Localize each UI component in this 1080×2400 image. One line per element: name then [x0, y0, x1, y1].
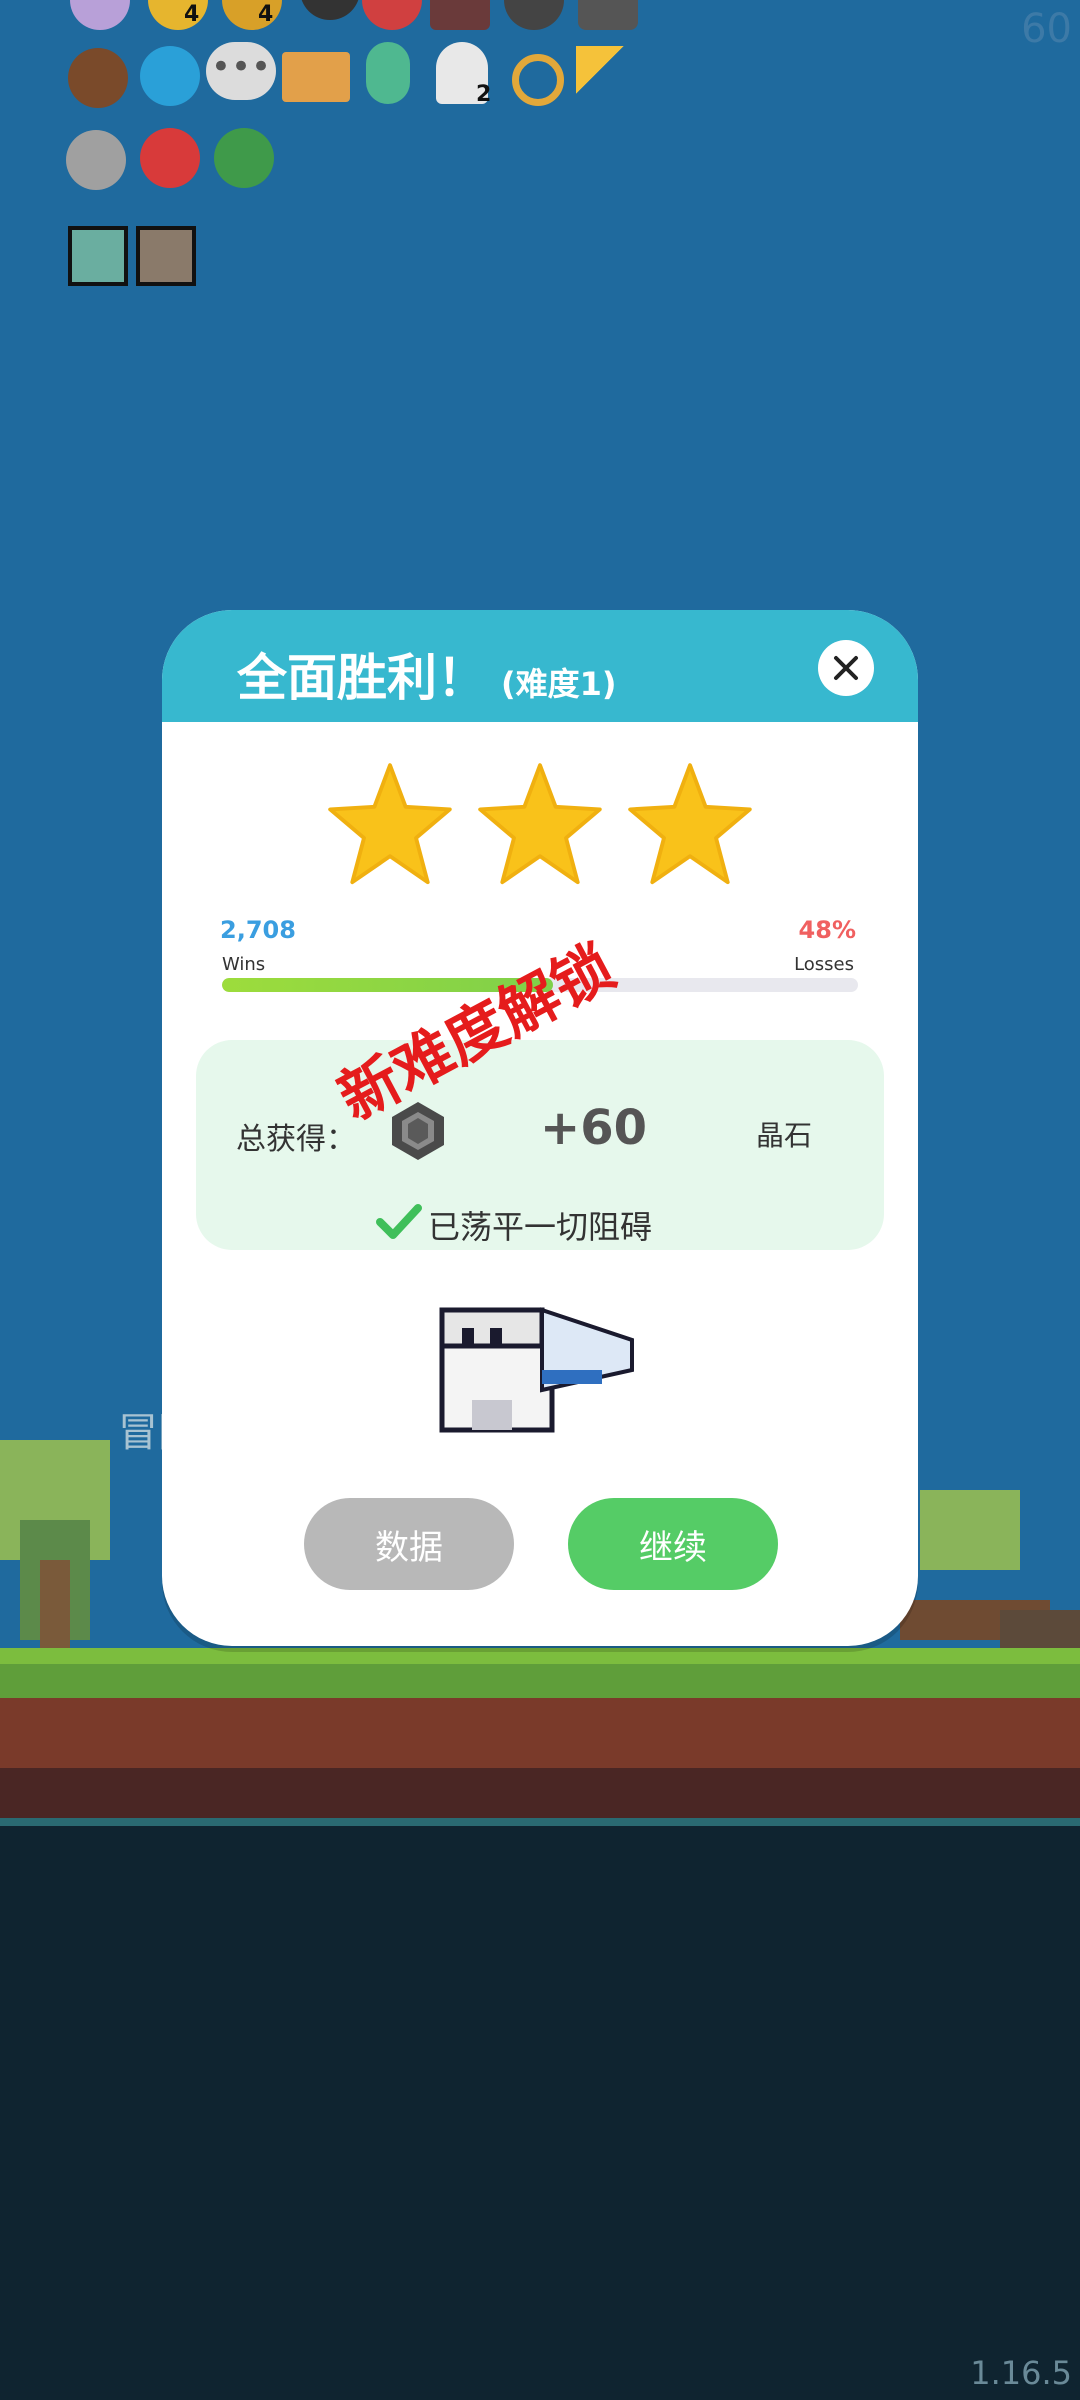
chat-bubble-icon[interactable] [140, 46, 200, 106]
total-earned-label: 总获得： [236, 1122, 356, 1157]
losses-value: 48% [798, 916, 856, 944]
meteor-icon[interactable] [66, 130, 126, 190]
water-background [0, 1818, 1080, 2400]
fps-counter: 60 [1021, 6, 1072, 52]
losses-label: Losses [794, 954, 854, 975]
difficulty-label: (难度1) [501, 665, 617, 703]
reward-panel: 总获得： +60 晶石 已荡平一切阻碍 [196, 1040, 884, 1250]
dialog-title: 全面胜利！ (难度1) [237, 638, 617, 710]
close-icon [834, 656, 858, 680]
currency-label: 晶石 [756, 1119, 813, 1152]
zombie-icon[interactable] [214, 128, 274, 188]
badge-count: 4 [184, 2, 200, 27]
version-label: 1.16.5 [970, 2354, 1072, 2392]
close-button[interactable] [818, 640, 874, 696]
ring-icon[interactable] [512, 54, 564, 106]
reward-amount: +60 [540, 1100, 648, 1156]
badge-count: 2 [476, 82, 492, 107]
checkmark-icon [376, 1204, 422, 1239]
wins-value: 2,708 [220, 916, 296, 944]
water-surface [0, 1818, 1080, 1826]
star-icon [478, 763, 602, 885]
hero-sprite [439, 1307, 634, 1433]
star-icon [328, 763, 452, 885]
stats-button[interactable]: 数据 [304, 1498, 514, 1590]
victory-title: 全面胜利！ [237, 649, 487, 707]
badge-count: 4 [258, 2, 274, 27]
sword-card-icon[interactable] [136, 226, 196, 286]
tree-right [920, 1490, 1020, 1570]
magic-wand-icon[interactable] [576, 46, 636, 106]
helmet-icon[interactable] [578, 0, 638, 30]
lightbulb-card-icon[interactable] [68, 226, 128, 286]
scroll-map-icon[interactable] [282, 52, 350, 102]
victory-dialog: 全面胜利！ (难度1) 2,708 Wins 48% Losses 总获得： +6… [162, 610, 918, 1646]
status-text: 已荡平一切阻碍 [428, 1208, 653, 1246]
ellipsis-bubble-icon[interactable]: ••• [206, 42, 276, 100]
coconut-icon[interactable] [68, 48, 128, 108]
star-icon [628, 763, 752, 885]
dirt-layer [0, 1698, 1080, 1768]
continue-button[interactable]: 继续 [568, 1498, 778, 1590]
wins-label: Wins [222, 954, 266, 975]
green-head-icon[interactable] [366, 42, 410, 104]
dark-dirt-layer [0, 1768, 1080, 1818]
chest-icon[interactable] [430, 0, 490, 30]
grass-top [0, 1648, 1080, 1664]
mushroom-icon[interactable] [140, 128, 200, 188]
